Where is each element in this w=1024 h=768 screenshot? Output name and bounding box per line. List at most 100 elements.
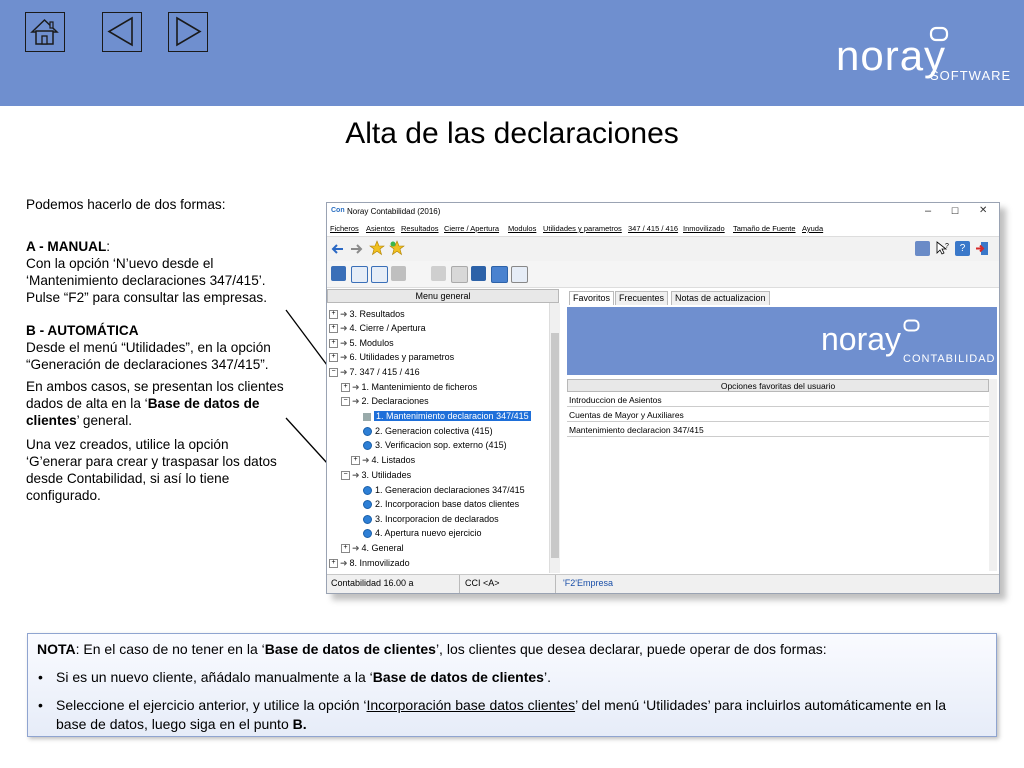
tree-label: 3. Verificacion sop. externo (415): [375, 440, 507, 450]
tab-frecuentes[interactable]: Frecuentes: [615, 291, 669, 305]
arrow-icon: ➜: [340, 558, 348, 568]
scrollbar-thumb[interactable]: [551, 333, 559, 558]
expand-icon[interactable]: +: [341, 544, 350, 554]
bullet2-bold: B.: [292, 716, 307, 732]
arrow-icon: ➜: [340, 338, 348, 348]
tree-item-gen-colectiva[interactable]: 2. Generacion colectiva (415): [363, 424, 493, 438]
arrow-icon: ➜: [352, 382, 360, 392]
arrow-icon: ➜: [340, 367, 348, 377]
bullet1-bold: Base de datos de clientes: [372, 669, 544, 685]
arrow-right-icon[interactable]: [349, 242, 363, 256]
banner-word: noray: [821, 321, 902, 357]
tree-item-utilidades[interactable]: − ➜ 3. Utilidades: [341, 468, 411, 482]
tab-favoritos[interactable]: Favoritos: [569, 291, 615, 305]
favorites-header: Opciones favoritas del usuario: [567, 379, 989, 392]
expand-icon[interactable]: +: [341, 383, 350, 393]
note-intro: NOTA: En el caso de no tener en la ‘Base…: [37, 640, 987, 659]
menu-347-415-416[interactable]: 347 / 415 / 416: [628, 224, 678, 233]
tree-item-resultados[interactable]: + ➜ 3. Resultados: [329, 307, 405, 321]
banner-sub: CONTABILIDAD: [903, 353, 996, 365]
company-icon[interactable]: [331, 266, 346, 281]
tree-item-mant-ficheros[interactable]: + ➜ 1. Mantenimiento de ficheros: [341, 380, 477, 394]
note-label: NOTA: [37, 641, 76, 657]
contabilidad-banner: noray CONTABILIDAD: [567, 307, 997, 375]
collapse-icon[interactable]: −: [329, 368, 338, 378]
tree-item-general[interactable]: + ➜ 4. General: [341, 541, 404, 555]
tree-item-incorp-clientes[interactable]: 2. Incorporacion base datos clientes: [363, 497, 519, 511]
expand-icon[interactable]: +: [351, 456, 360, 466]
tree-item-modulos[interactable]: + ➜ 5. Modulos: [329, 336, 394, 350]
tab-notas[interactable]: Notas de actualizacion: [671, 291, 770, 305]
favorites-scrollbar[interactable]: [989, 379, 997, 571]
tree-item-incorp-declarados[interactable]: 3. Incorporacion de declarados: [363, 512, 499, 526]
arrow-icon: ➜: [340, 352, 348, 362]
tree-label: 4. Cierre / Apertura: [349, 323, 426, 333]
tools-icon[interactable]: [471, 266, 486, 281]
bullet2-pre: Seleccione el ejercicio anterior, y util…: [56, 697, 367, 713]
document-icon[interactable]: [451, 266, 468, 283]
tree-item-utilidades-param[interactable]: + ➜ 6. Utilidades y parametros: [329, 350, 454, 364]
collapse-icon[interactable]: −: [341, 397, 350, 407]
table-icon: [363, 412, 371, 421]
tree-item-cierre[interactable]: + ➜ 4. Cierre / Apertura: [329, 321, 426, 335]
expand-icon[interactable]: +: [329, 310, 338, 320]
tree-label: 2. Generacion colectiva (415): [375, 426, 493, 436]
incorporacion-link[interactable]: Incorporación base datos clientes: [367, 697, 576, 713]
option-bullet-icon: [363, 427, 372, 437]
expand-icon[interactable]: +: [329, 559, 338, 569]
option-bullet-icon: [363, 500, 372, 510]
tree-item-declaraciones[interactable]: − ➜ 2. Declaraciones: [341, 394, 429, 408]
tree-label: 1. Generacion declaraciones 347/415: [375, 485, 525, 495]
key-icon[interactable]: [431, 266, 446, 281]
menu-ayuda[interactable]: Ayuda: [802, 224, 823, 233]
menu-tree: + ➜ 3. Resultados + ➜ 4. Cierre / Apertura +…: [327, 303, 559, 573]
tree-item-347[interactable]: − ➜ 7. 347 / 415 / 416: [329, 365, 420, 379]
status-bar: Contabilidad 16.00 a CCI <A> 'F2'Empresa: [327, 574, 999, 593]
expand-icon[interactable]: +: [329, 339, 338, 349]
menu-tamano-fuente[interactable]: Tamaño de Fuente: [733, 224, 796, 233]
status-divider: [459, 575, 460, 593]
calculator-icon[interactable]: [915, 241, 930, 256]
menu-asientos[interactable]: Asientos: [366, 224, 395, 233]
tree-item-inmovilizado[interactable]: + ➜ 8. Inmovilizado: [329, 556, 410, 570]
window-left-icon[interactable]: [351, 266, 368, 283]
tree-label: 6. Utilidades y parametros: [349, 352, 455, 362]
exit-icon[interactable]: [975, 241, 990, 256]
help-pointer-icon[interactable]: ?: [935, 241, 950, 256]
arrow-left-icon[interactable]: [331, 242, 345, 256]
menu-resultados[interactable]: Resultados: [401, 224, 439, 233]
close-button[interactable]: ✕: [979, 205, 987, 216]
favorite-item[interactable]: Mantenimiento declaracion 347/415: [567, 423, 989, 437]
star-icon[interactable]: [369, 240, 385, 256]
add-favorite-icon[interactable]: [389, 240, 405, 256]
tree-item-apertura[interactable]: 4. Apertura nuevo ejercicio: [363, 526, 482, 540]
windows-icon[interactable]: [391, 266, 406, 281]
tree-item-mant-declaracion[interactable]: 1. Mantenimiento declaracion 347/415: [363, 409, 531, 423]
window-right-icon[interactable]: [371, 266, 388, 283]
toolbar-2: [327, 261, 999, 288]
menu-cierre-apertura[interactable]: Cierre / Apertura: [444, 224, 499, 233]
note-post: ’, los clientes que desea declarar, pued…: [435, 641, 827, 657]
tree-label: 3. Utilidades: [361, 470, 412, 480]
tree-item-listados[interactable]: + ➜ 4. Listados: [351, 453, 415, 467]
menu-utilidades[interactable]: Utilidades y parametros: [543, 224, 622, 233]
help-book-icon[interactable]: ?: [955, 241, 970, 256]
option-bullet-icon: [363, 515, 372, 525]
screen-icon[interactable]: [491, 266, 508, 283]
expand-icon[interactable]: +: [329, 353, 338, 363]
bullet-icon: •: [38, 669, 43, 685]
bullet1-pre: Si es un nuevo cliente, añádalo manualme…: [56, 669, 373, 685]
tree-item-verificacion[interactable]: 3. Verificacion sop. externo (415): [363, 438, 507, 452]
favorite-item[interactable]: Cuentas de Mayor y Auxiliares: [567, 408, 989, 422]
minimize-button[interactable]: –: [925, 205, 931, 217]
grid-icon[interactable]: [511, 266, 528, 283]
menu-modulos[interactable]: Modulos: [508, 224, 536, 233]
expand-icon[interactable]: +: [329, 324, 338, 334]
menu-ficheros[interactable]: Ficheros: [330, 224, 359, 233]
collapse-icon[interactable]: −: [341, 471, 350, 481]
menu-inmovilizado[interactable]: Inmovilizado: [683, 224, 725, 233]
favorite-item[interactable]: Introduccion de Asientos: [567, 393, 989, 407]
tree-item-gen-declaraciones[interactable]: 1. Generacion declaraciones 347/415: [363, 483, 525, 497]
tree-scrollbar[interactable]: [549, 303, 560, 573]
maximize-button[interactable]: ☐: [951, 206, 959, 217]
